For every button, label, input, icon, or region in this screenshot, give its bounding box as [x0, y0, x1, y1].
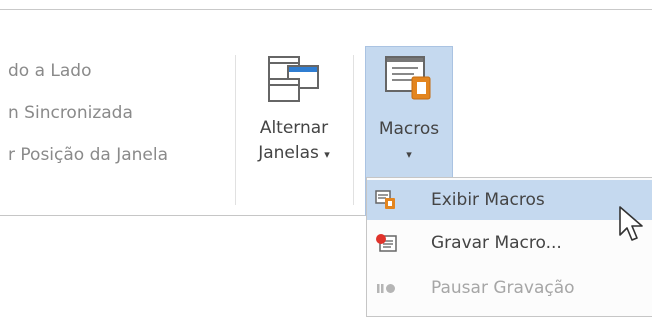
switch-windows-label-line1: Alternar [259, 118, 329, 138]
pause-recording-icon [377, 284, 395, 293]
macros-dropdown-menu: Exibir Macros Gravar Macro... Pausar Gra… [366, 177, 652, 317]
window-top-strip [0, 0, 652, 10]
mouse-pointer-icon [619, 206, 643, 241]
macros-icon [385, 56, 431, 100]
group-separator [235, 55, 236, 205]
menu-item-pause-recording[interactable]: Pausar Gravação [367, 268, 652, 308]
menu-item-label: Exibir Macros [431, 190, 545, 210]
window-commands-list: do a Lado n Sincronizada r Posição da Ja… [8, 50, 168, 176]
chevron-down-icon: ▾ [324, 148, 330, 161]
synchronized-scrolling-button[interactable]: n Sincronizada [8, 92, 168, 134]
record-macro-icon [376, 234, 397, 252]
group-separator [353, 55, 354, 205]
view-macros-icon [375, 190, 395, 209]
side-by-side-button[interactable]: do a Lado [8, 50, 168, 92]
menu-item-label: Pausar Gravação [431, 278, 575, 298]
switch-windows-label-line2: Janelas ▾ [258, 143, 330, 163]
chevron-down-icon: ▾ [406, 148, 412, 161]
macros-label: Macros [378, 119, 440, 139]
menu-item-view-macros[interactable]: Exibir Macros [367, 180, 652, 220]
reset-window-position-button[interactable]: r Posição da Janela [8, 134, 168, 176]
menu-item-record-macro[interactable]: Gravar Macro... [367, 223, 652, 263]
switch-windows-icon [268, 56, 319, 102]
switch-windows-button[interactable]: Alternar Janelas ▾ [241, 48, 347, 198]
menu-item-label: Gravar Macro... [431, 233, 562, 253]
